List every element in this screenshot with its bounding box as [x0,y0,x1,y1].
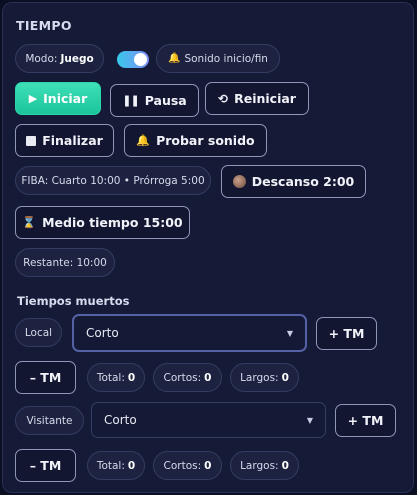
visitor-remove-timeout-button[interactable]: – TM [15,449,76,482]
break-icon [232,175,246,188]
play-icon: ▶ [28,92,38,105]
visitor-select-value: Corto [104,413,137,427]
restart-label: Reiniciar [234,91,296,106]
local-short-value: 0 [204,371,212,384]
local-select-value: Corto [86,326,119,340]
panel-title: TIEMPO [16,18,72,33]
visitor-team-label: Visitante [26,414,73,427]
remaining-chip: Restante: 10:00 [15,248,115,277]
visitor-add-timeout-button[interactable]: + TM [335,404,396,437]
local-short-chip: Cortos: 0 [153,363,222,392]
break-button[interactable]: Descanso 2:00 [221,165,366,198]
rules-text: FIBA: Cuarto 10:00 • Prórroga 5:00 [21,174,205,187]
break-label: Descanso 2:00 [251,174,355,189]
visitor-remove-label: – TM [29,458,62,473]
local-remove-label: – TM [29,370,62,385]
halftime-label: Medio tiempo 15:00 [42,215,183,230]
visitor-short-label: Cortos: [163,459,202,472]
local-team-label: Local [24,326,53,339]
finish-label: Finalizar [42,133,103,148]
start-label: Iniciar [43,91,88,106]
finish-button[interactable]: Finalizar [15,124,114,157]
mode-value: Juego [60,52,94,65]
rules-chip: FIBA: Cuarto 10:00 • Prórroga 5:00 [15,166,211,195]
sound-chip[interactable]: 🔔 Sonido inicio/fin [156,44,280,73]
visitor-timeout-type-select[interactable]: Corto ▼ [91,402,326,438]
test-sound-button[interactable]: 🔔 Probar sonido [124,124,267,157]
local-remove-timeout-button[interactable]: – TM [15,361,76,394]
local-short-label: Cortos: [163,371,202,384]
halftime-button[interactable]: ⌛ Medio tiempo 15:00 [15,206,190,239]
mode-label: Modo: [25,52,58,65]
local-total-label: Total: [96,371,125,384]
remaining-text: Restante: 10:00 [23,256,107,269]
local-team-chip: Local [15,318,62,347]
visitor-add-label: + TM [347,413,384,428]
mode-toggle[interactable] [117,51,149,68]
visitor-team-chip: Visitante [15,406,84,435]
local-total-chip: Total: 0 [87,363,145,392]
bell-icon: 🔔 [136,134,151,147]
local-long-value: 0 [281,371,289,384]
visitor-long-chip: Largos: 0 [230,451,299,480]
visitor-total-chip: Total: 0 [87,451,145,480]
local-add-label: + TM [328,326,365,341]
hourglass-icon: ⌛ [22,216,37,229]
local-total-value: 0 [127,371,136,384]
timeouts-title: Tiempos muertos [17,294,130,308]
chevron-down-icon: ▼ [286,328,293,338]
pause-label: Pausa [144,93,187,108]
bell-icon: 🔔 [168,53,181,64]
mode-chip: Modo: Juego [15,44,104,73]
restart-button[interactable]: ⟲ Reiniciar [205,82,309,115]
sound-chip-label: Sonido inicio/fin [184,52,268,65]
pause-button[interactable]: ❚❚ Pausa [110,84,199,117]
timer-panel: TIEMPO Modo: Juego 🔔 Sonido inicio/fin ▶… [2,2,414,493]
local-add-timeout-button[interactable]: + TM [316,317,377,350]
visitor-long-label: Largos: [240,459,279,472]
stop-icon [26,135,37,146]
visitor-long-value: 0 [281,459,289,472]
restart-icon: ⟲ [218,91,229,106]
start-button[interactable]: ▶ Iniciar [15,82,101,115]
visitor-short-value: 0 [204,459,212,472]
visitor-total-label: Total: [96,459,125,472]
local-long-label: Largos: [240,371,279,384]
toggle-knob [134,53,147,66]
local-timeout-type-select[interactable]: Corto ▼ [72,314,307,352]
chevron-down-icon: ▼ [306,415,313,425]
local-long-chip: Largos: 0 [230,363,299,392]
visitor-total-value: 0 [127,459,136,472]
test-sound-label: Probar sonido [156,133,255,148]
visitor-short-chip: Cortos: 0 [153,451,222,480]
pause-icon: ❚❚ [122,94,139,107]
